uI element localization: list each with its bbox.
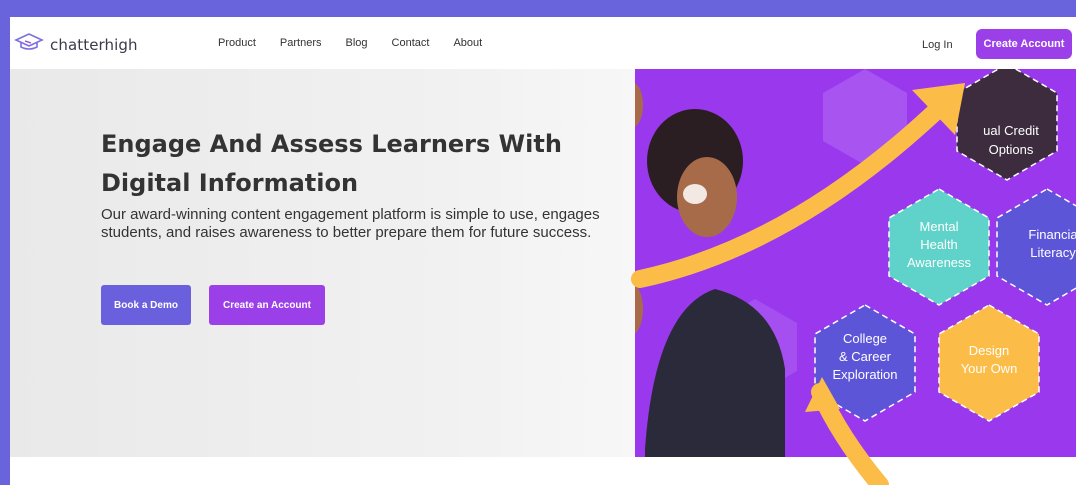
hex-label-line: College — [843, 331, 887, 346]
section-divider — [10, 457, 1076, 485]
hex-label-line: Literacy — [1030, 245, 1076, 260]
hex-label-line: Awareness — [907, 255, 972, 270]
hex-label-line: Exploration — [832, 367, 897, 382]
logo-text: chatterhigh — [50, 35, 138, 54]
hex-label-line: & Career — [839, 349, 892, 364]
hero-subtitle: Our award-winning content engagement pla… — [101, 206, 600, 241]
hero-image-panel: cience ual Credit Options Mental Health … — [635, 69, 1076, 457]
hex-label-line: Design — [969, 343, 1009, 358]
create-an-account-button[interactable]: Create an Account — [209, 285, 325, 325]
graduation-cap-icon — [14, 32, 44, 57]
hex-label-line: Financia — [1028, 227, 1076, 242]
hero-title: Engage And Assess Learners With Digital … — [101, 130, 562, 197]
nav-link-about[interactable]: About — [453, 37, 482, 49]
hex-label-line: Your Own — [961, 361, 1018, 376]
nav-link-product[interactable]: Product — [218, 37, 256, 49]
hexagon-illustration: cience ual Credit Options Mental Health … — [635, 69, 1076, 457]
nav-link-blog[interactable]: Blog — [346, 37, 368, 49]
nav-link-contact[interactable]: Contact — [392, 37, 430, 49]
woman-illustration — [635, 83, 785, 457]
nav-link-partners[interactable]: Partners — [280, 37, 322, 49]
nav-links: Product Partners Blog Contact About — [218, 37, 506, 49]
faded-hexagon — [823, 69, 907, 165]
login-link[interactable]: Log In — [922, 39, 953, 51]
hex-label-line: Options — [989, 142, 1034, 157]
hex-label-line: Health — [920, 237, 958, 252]
hex-label-line: Mental — [919, 219, 958, 234]
create-account-button[interactable]: Create Account — [976, 29, 1072, 59]
hex-label-line: ual Credit — [983, 123, 1039, 138]
book-demo-button[interactable]: Book a Demo — [101, 285, 191, 325]
top-navbar: chatterhigh Product Partners Blog Contac… — [10, 17, 1076, 69]
logo[interactable]: chatterhigh — [14, 32, 138, 57]
browser-viewport: chatterhigh Product Partners Blog Contac… — [10, 17, 1076, 485]
hero-section: Engage And Assess Learners With Digital … — [10, 69, 635, 457]
